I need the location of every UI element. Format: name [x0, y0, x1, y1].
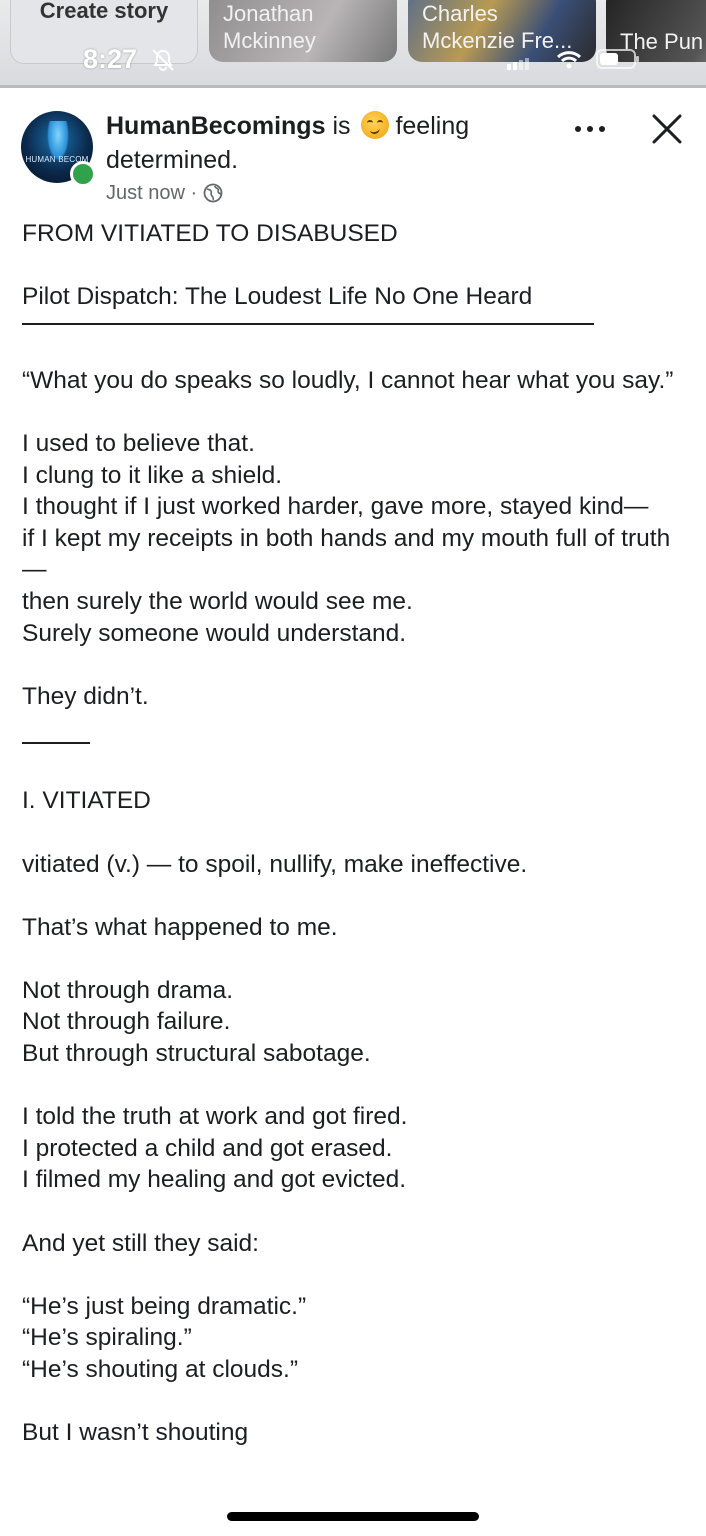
divider	[0, 85, 706, 88]
meta-separator: ·	[190, 182, 198, 204]
story-name: Charles Mckenzie Fre...	[422, 1, 573, 53]
paragraph-not-through: Not through drama. Not through failure. …	[22, 976, 371, 1068]
wifi-icon	[556, 51, 582, 69]
post-subtitle: Pilot Dispatch: The Loudest Life No One …	[22, 283, 533, 311]
post-text: FROM VITIATED TO DISABUSED Pilot Dispatc…	[22, 218, 688, 1449]
more-options-icon[interactable]	[572, 116, 608, 142]
globe-icon	[203, 183, 223, 203]
status-time: 8:27	[83, 44, 138, 74]
bell-muted-icon	[152, 49, 174, 71]
determined-face-icon	[361, 111, 390, 139]
paragraph-not-shouting: But I wasn’t shouting	[22, 1419, 249, 1447]
section-heading: I. VITIATED	[22, 787, 151, 815]
feeling-value: determined.	[106, 146, 239, 174]
battery-icon	[596, 49, 639, 69]
quote-paragraph: “What you do speaks so loudly, I cannot …	[22, 366, 674, 394]
author-name[interactable]: HumanBecomings	[106, 112, 325, 140]
create-story-label: Create story	[39, 0, 169, 23]
feeling-text: feeling	[395, 112, 470, 140]
paragraph-what-happened: That’s what happened to me.	[22, 913, 338, 941]
story-name: Jonathan Mckinney	[223, 1, 316, 53]
close-icon[interactable]	[650, 112, 684, 146]
short-rule	[22, 742, 90, 745]
timestamp[interactable]: Just now	[106, 180, 185, 206]
post-meta: Just now ·	[106, 180, 223, 206]
post-title: FROM VITIATED TO DISABUSED	[22, 220, 398, 247]
home-indicator[interactable]	[227, 1512, 479, 1521]
paragraph-belief: I used to believe that. I clung to it li…	[22, 429, 671, 647]
paragraph-truth-at-work: I told the truth at work and got fired. …	[22, 1103, 408, 1194]
horizontal-rule	[22, 322, 594, 325]
definition-paragraph: vitiated (v.) — to spoil, nullify, make …	[22, 850, 528, 878]
story-card-jonathan-mckinney[interactable]: Jonathan Mckinney	[209, 0, 397, 62]
paragraph-they-didnt: They didn’t.	[22, 682, 149, 710]
online-status-dot	[70, 161, 96, 187]
post-header-line: HumanBecomings is feeling	[106, 110, 469, 142]
paragraph-quotes: “He’s just being dramatic.” “He’s spiral…	[22, 1292, 307, 1383]
stories-strip: Create story Jonathan Mckinney Charles M…	[0, 0, 706, 88]
verb-text: is	[332, 112, 351, 140]
signal-icon	[507, 58, 529, 70]
paragraph-still-they-said: And yet still they said:	[22, 1229, 259, 1257]
